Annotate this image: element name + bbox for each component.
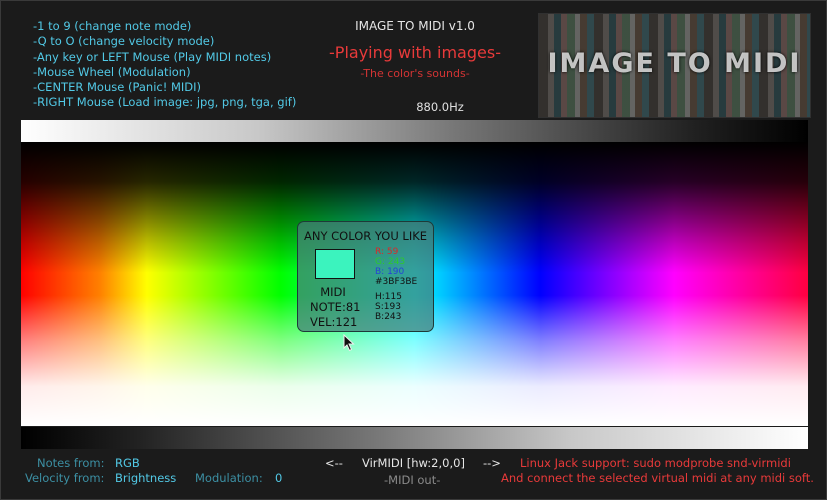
- notes-from-value[interactable]: RGB: [115, 456, 140, 470]
- color-swatch: [315, 249, 355, 279]
- instruction-item: -CENTER Mouse (Panic! MIDI): [33, 80, 202, 95]
- panel-title: ANY COLOR YOU LIKE: [303, 229, 428, 243]
- green-value: G: 243: [375, 257, 406, 267]
- logo-text: IMAGE TO MIDI: [547, 48, 802, 79]
- instruction-item: -Any key or LEFT Mouse (Play MIDI notes): [33, 49, 272, 64]
- mouse-pointer-icon: [343, 334, 355, 352]
- notes-from-label: Notes from:: [37, 456, 105, 470]
- red-value: R: 59: [375, 247, 399, 257]
- logo-image: IMAGE TO MIDI: [538, 13, 811, 118]
- brightness-value: B:243: [375, 312, 402, 322]
- app-title: IMAGE TO MIDI v1.0: [355, 19, 475, 33]
- modulation-label: Modulation:: [195, 471, 263, 485]
- next-device-arrow[interactable]: -->: [483, 456, 501, 470]
- frequency-readout: 880.0Hz: [416, 100, 464, 114]
- jack-support-info: Linux Jack support: sudo modprobe snd-vi…: [520, 456, 791, 470]
- midi-device-name: VirMIDI [hw:2,0,0]: [362, 456, 465, 470]
- connect-info: And connect the selected virtual midi at…: [501, 471, 814, 485]
- instruction-item: -Mouse Wheel (Modulation): [33, 64, 191, 79]
- instruction-item: -Q to O (change velocity mode): [33, 34, 215, 49]
- saturation-value: S:193: [375, 302, 401, 312]
- midi-label: MIDI: [320, 285, 346, 299]
- note-value: NOTE:81: [310, 300, 361, 314]
- instruction-item: -RIGHT Mouse (Load image: jpg, png, tga,…: [33, 95, 297, 110]
- midi-out-label: -MIDI out-: [384, 473, 441, 487]
- hue-value: H:115: [375, 292, 402, 302]
- instruction-item: -1 to 9 (change note mode): [33, 19, 192, 33]
- velocity-from-value[interactable]: Brightness: [115, 471, 176, 485]
- velocity-from-label: Velocity from:: [25, 471, 105, 485]
- instructions-list: -1 to 9 (change note mode) -Q to O (chan…: [33, 19, 296, 111]
- velocity-value: VEL:121: [310, 315, 358, 329]
- prev-device-arrow[interactable]: <--: [325, 456, 343, 470]
- tagline: -The color's sounds-: [360, 67, 470, 80]
- color-info-panel: ANY COLOR YOU LIKE MIDI NOTE:81 VEL:121 …: [297, 221, 434, 332]
- brightness-gradient-bottom[interactable]: [21, 427, 808, 449]
- brightness-gradient-top[interactable]: [21, 120, 808, 142]
- subtitle: -Playing with images-: [329, 43, 501, 62]
- hex-value: #3BF3BE: [375, 277, 418, 287]
- app-window: -1 to 9 (change note mode) -Q to O (chan…: [0, 0, 827, 500]
- modulation-value: 0: [275, 471, 283, 485]
- blue-value: B: 190: [375, 267, 405, 277]
